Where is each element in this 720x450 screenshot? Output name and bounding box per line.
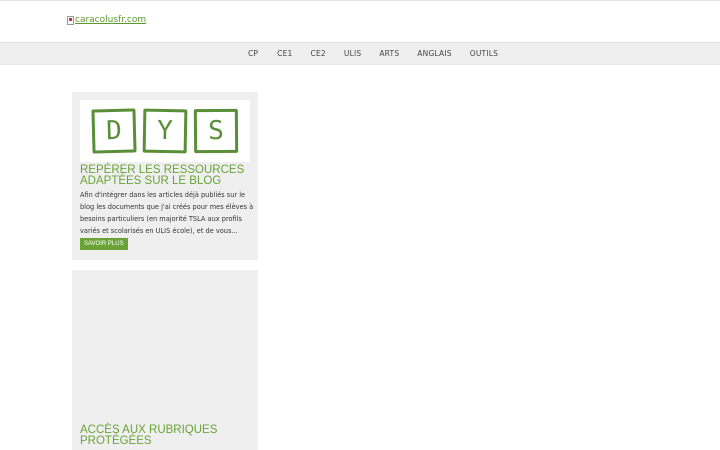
dys-letter-box: Y: [142, 108, 188, 154]
dys-logo: D Y S: [80, 100, 250, 162]
nav-item-outils[interactable]: OUTILS: [470, 49, 498, 58]
nav-item-cp[interactable]: CP: [248, 49, 258, 58]
post-thumbnail[interactable]: D Y S: [80, 100, 250, 162]
site-header: caracolusfr.com: [0, 1, 720, 42]
broken-image-icon: [67, 15, 74, 25]
nav-item-ulis[interactable]: ULIS: [344, 49, 361, 58]
nav-item-ce2[interactable]: CE2: [311, 49, 326, 58]
logo-alt-text: caracolusfr.com: [75, 15, 147, 25]
post-title[interactable]: REPÉRER LES RESSOURCES ADAPTÉES SUR LE B…: [80, 164, 252, 187]
main-nav: CP CE1 CE2 ULIS ARTS ANGLAIS OUTILS: [0, 42, 720, 65]
nav-item-anglais[interactable]: ANGLAIS: [417, 49, 451, 58]
dys-letter-box: S: [193, 108, 239, 154]
nav-item-ce1[interactable]: CE1: [277, 49, 292, 58]
nav-item-arts[interactable]: ARTS: [379, 49, 399, 58]
post-excerpt: Afin d'intégrer dans les articles déjà p…: [80, 191, 254, 235]
dys-letter-box: D: [91, 108, 137, 154]
post-card: D Y S REPÉRER LES RESSOURCES ADAPTÉES SU…: [72, 92, 258, 260]
read-more-button[interactable]: SAVOIR PLUS: [80, 238, 128, 250]
post-card: ACCÈS AUX RUBRIQUES PROTÉGÉES: [72, 270, 258, 450]
post-title[interactable]: ACCÈS AUX RUBRIQUES PROTÉGÉES: [80, 424, 252, 447]
site-logo-link[interactable]: caracolusfr.com: [67, 15, 146, 25]
